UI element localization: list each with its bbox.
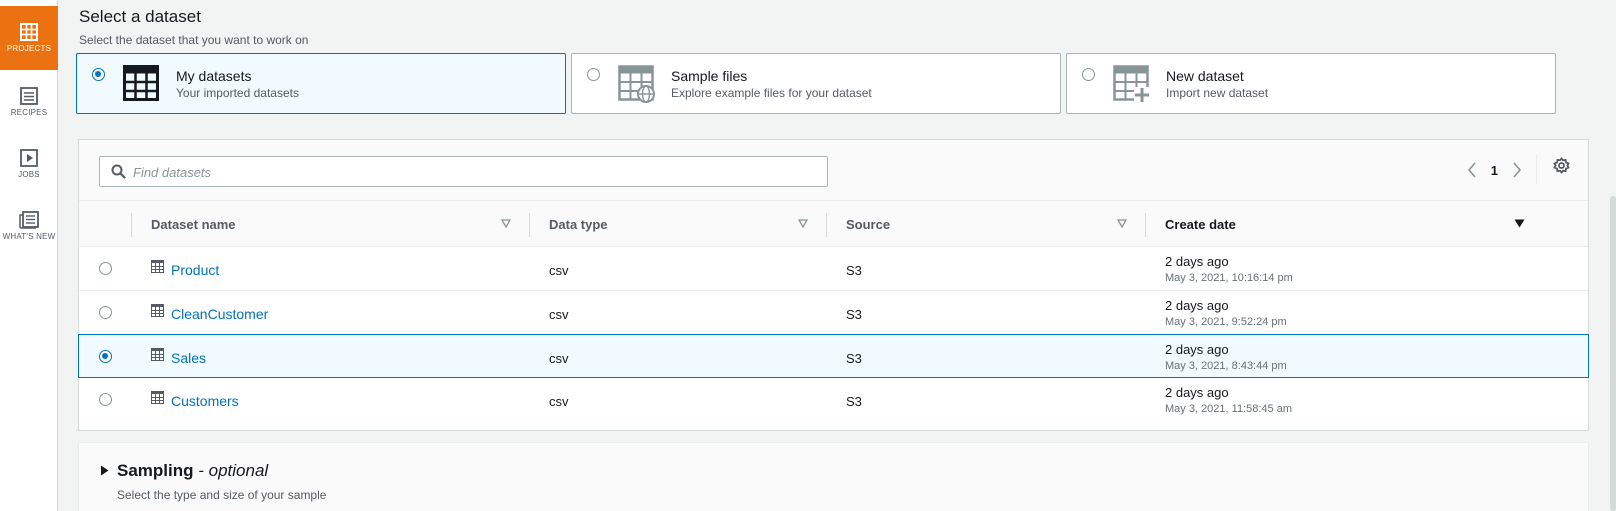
dataset-table-icon — [151, 391, 164, 404]
tile-description: Import new dataset — [1166, 86, 1269, 100]
pagination: 1 — [1467, 158, 1522, 182]
create-date-relative: 2 days ago — [1165, 342, 1229, 357]
sampling-description: Select the type and size of your sample — [117, 488, 327, 502]
dataset-table-icon — [151, 348, 164, 361]
create-date-absolute: May 3, 2021, 11:58:45 am — [1165, 403, 1292, 415]
play-job-icon — [20, 149, 38, 167]
table-toolbar: 1 — [79, 140, 1588, 200]
sort-descending-icon[interactable] — [1514, 219, 1525, 228]
column-header-create-date[interactable]: Create date — [1165, 201, 1236, 248]
tile-radio-my-datasets[interactable] — [92, 68, 105, 81]
main-content: Select a dataset Select the dataset that… — [58, 0, 1616, 511]
nav-label-jobs: JOBS — [18, 170, 40, 179]
data-type-cell: csv — [549, 394, 569, 409]
nav-label-recipes: RECIPES — [10, 108, 48, 117]
tile-name: Sample files — [671, 68, 748, 84]
nav-label-whats-new: WHAT'S NEW — [2, 232, 56, 241]
row-radio[interactable] — [99, 350, 112, 363]
projects-grid-icon — [20, 23, 38, 41]
column-divider — [529, 213, 530, 237]
table-row[interactable]: Customers csv S3 2 days ago May 3, 2021,… — [79, 378, 1588, 422]
tile-sample-files[interactable]: Sample files Explore example files for y… — [571, 53, 1061, 114]
create-date-relative: 2 days ago — [1165, 385, 1229, 400]
sort-caret-icon[interactable] — [1117, 219, 1127, 228]
data-type-cell: csv — [549, 307, 569, 322]
tile-description: Your imported datasets — [176, 86, 299, 100]
dataset-name-link[interactable]: Customers — [171, 393, 239, 409]
table-row-selected[interactable]: Sales csv S3 2 days ago May 3, 2021, 8:4… — [78, 334, 1589, 378]
sampling-section: Sampling - optional Select the type and … — [78, 442, 1589, 511]
table-row[interactable]: CleanCustomer csv S3 2 days ago May 3, 2… — [79, 291, 1588, 335]
table-header: Dataset name Data type Source Create dat… — [79, 200, 1588, 247]
column-header-source[interactable]: Source — [846, 201, 890, 248]
datasets-table-panel: 1 Dataset name Data — [78, 139, 1589, 431]
column-header-dataset-name[interactable]: Dataset name — [151, 201, 236, 248]
table-row[interactable]: Product csv S3 2 days ago May 3, 2021, 1… — [79, 247, 1588, 291]
left-nav-rail: PROJECTS RECIPES JOBS WHAT'S NEW — [0, 0, 58, 511]
recipe-list-icon — [20, 87, 38, 105]
gear-icon[interactable] — [1553, 157, 1570, 174]
sort-caret-icon[interactable] — [501, 219, 511, 228]
next-page-button[interactable] — [1512, 162, 1522, 178]
create-date-relative: 2 days ago — [1165, 254, 1229, 269]
create-date-relative: 2 days ago — [1165, 298, 1229, 313]
table-add-icon — [1113, 65, 1150, 102]
row-radio[interactable] — [99, 306, 112, 319]
search-box — [99, 156, 828, 187]
nav-item-whats-new[interactable]: WHAT'S NEW — [0, 194, 58, 258]
row-radio[interactable] — [99, 393, 112, 406]
sort-caret-icon[interactable] — [798, 219, 808, 228]
nav-item-jobs[interactable]: JOBS — [0, 132, 58, 196]
news-icon — [19, 211, 39, 229]
chevron-left-icon — [1467, 162, 1476, 178]
nav-item-projects[interactable]: PROJECTS — [0, 6, 58, 70]
sampling-header[interactable]: Sampling - optional — [117, 461, 268, 481]
nav-label-projects: PROJECTS — [6, 44, 52, 53]
tile-radio-new-dataset[interactable] — [1082, 68, 1095, 81]
tile-radio-sample-files[interactable] — [587, 68, 600, 81]
source-cell: S3 — [846, 394, 862, 409]
column-divider — [826, 213, 827, 237]
data-type-cell: csv — [549, 263, 569, 278]
page-number[interactable]: 1 — [1491, 163, 1498, 178]
column-divider — [131, 213, 132, 237]
row-radio[interactable] — [99, 262, 112, 275]
source-cell: S3 — [846, 307, 862, 322]
column-divider — [1145, 213, 1146, 237]
toolbar-divider — [1536, 154, 1537, 184]
tile-my-datasets[interactable]: My datasets Your imported datasets — [76, 53, 566, 114]
tile-description: Explore example files for your dataset — [671, 86, 872, 100]
caret-right-icon[interactable] — [100, 465, 109, 476]
chevron-right-icon — [1513, 162, 1522, 178]
sample-table-globe-icon — [618, 65, 655, 103]
source-cell: S3 — [846, 351, 862, 366]
dataset-table-icon — [151, 260, 164, 273]
dataset-name-link[interactable]: Product — [171, 262, 219, 278]
search-input[interactable] — [133, 163, 813, 181]
source-cell: S3 — [846, 263, 862, 278]
dataset-name-link[interactable]: CleanCustomer — [171, 306, 268, 322]
tile-new-dataset[interactable]: New dataset Import new dataset — [1066, 53, 1556, 114]
search-icon — [111, 164, 126, 179]
nav-item-recipes[interactable]: RECIPES — [0, 70, 58, 134]
sampling-optional-label: - optional — [193, 461, 269, 480]
dataset-table-icon — [151, 304, 164, 317]
page-subtitle: Select the dataset that you want to work… — [79, 33, 309, 47]
column-header-data-type[interactable]: Data type — [549, 201, 608, 248]
table-grid-icon — [123, 65, 159, 101]
create-date-absolute: May 3, 2021, 9:52:24 pm — [1165, 316, 1287, 328]
sampling-title: Sampling — [117, 461, 194, 480]
create-date-absolute: May 3, 2021, 10:16:14 pm — [1165, 272, 1293, 284]
tile-name: New dataset — [1166, 68, 1244, 84]
page-title: Select a dataset — [79, 7, 201, 26]
data-type-cell: csv — [549, 351, 569, 366]
dataset-name-link[interactable]: Sales — [171, 350, 206, 366]
tile-name: My datasets — [176, 68, 252, 84]
prev-page-button[interactable] — [1467, 162, 1477, 178]
page-scrollbar[interactable] — [1610, 196, 1616, 511]
create-date-absolute: May 3, 2021, 8:43:44 pm — [1165, 360, 1287, 372]
